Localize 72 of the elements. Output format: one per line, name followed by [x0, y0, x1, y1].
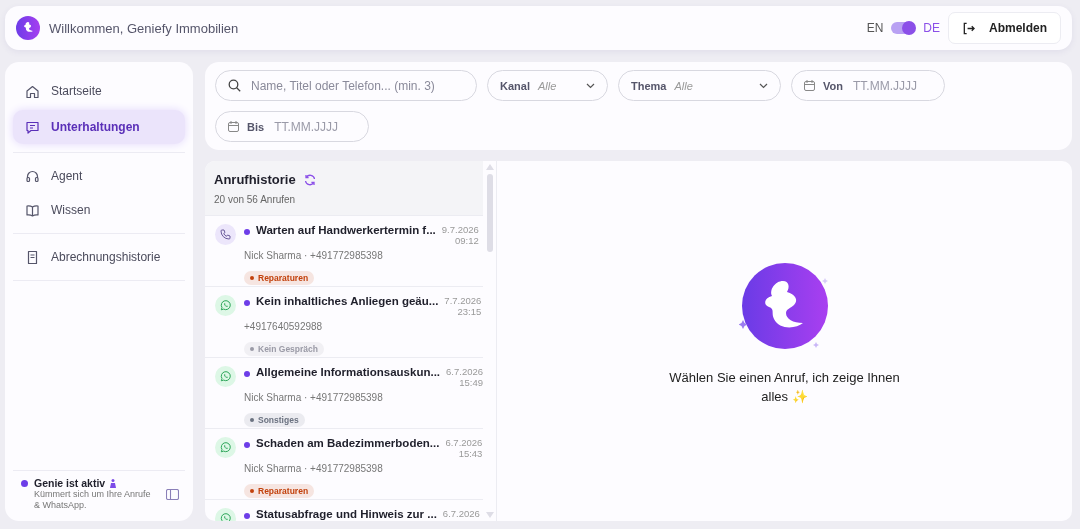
call-timestamp: 6.7.2026 — [442, 508, 480, 519]
date-input[interactable]: TT.MM.JJJJ — [850, 77, 941, 94]
status-description: Kümmert sich um Ihre Anrufe & WhatsApp. — [34, 489, 152, 511]
caller-info: +4917640592988 — [244, 321, 324, 332]
whatsapp-icon — [220, 513, 231, 521]
genie-icon — [110, 478, 117, 488]
filter-dropdown[interactable]: Thema Alle — [618, 70, 781, 101]
nav-item[interactable]: Wissen — [13, 195, 185, 225]
genie-logo-icon — [16, 16, 40, 40]
nav-item[interactable]: Agent — [13, 161, 185, 191]
phone-icon — [220, 229, 231, 240]
date-field[interactable]: Von TT.MM.JJJJ — [791, 70, 945, 101]
search-field[interactable]: Name, Titel oder Telefon... (min. 3) — [215, 70, 477, 101]
call-timestamp: 9.7.2026 09:12 — [441, 224, 479, 246]
home-icon — [25, 83, 40, 99]
search-icon — [228, 79, 241, 92]
caret-icon — [586, 82, 595, 89]
unread-dot — [244, 513, 250, 519]
whatsapp-icon — [220, 371, 231, 382]
sidebar-toggle-icon[interactable] — [166, 489, 179, 500]
call-timestamp: 7.7.2026 23:15 — [444, 295, 482, 317]
call-list-item[interactable]: Schaden am Badezimmerboden... 6.7.2026 15:43 Nick Sharma · +491772985398 Reparaturen — [205, 429, 483, 500]
nav-item[interactable]: Abrechnungshistorie — [13, 242, 185, 272]
call-count: 20 von 56 Anrufen — [214, 194, 297, 205]
filter-dropdown[interactable]: Kanal Alle — [487, 70, 608, 101]
list-title: Anrufhistorie — [214, 172, 296, 187]
book-icon — [25, 202, 40, 218]
calendar-icon — [804, 80, 815, 91]
call-title: Statusabfrage und Hinweis zur ... — [256, 508, 437, 520]
call-title: Kein inhaltliches Anliegen geäu... — [256, 295, 439, 307]
refresh-icon[interactable] — [303, 173, 316, 186]
date-input[interactable]: TT.MM.JJJJ — [272, 118, 363, 135]
call-title: Schaden am Badezimmerboden... — [256, 437, 440, 449]
unread-dot — [244, 442, 250, 448]
language-option[interactable]: EN — [866, 21, 884, 35]
call-list-item[interactable]: Warten auf Handwerkertermin f... 9.7.2026 09:12 Nick Sharma · +491772985398 Reparaturen — [205, 216, 483, 287]
language-toggle[interactable] — [891, 22, 916, 34]
unread-dot — [244, 229, 250, 235]
document-icon — [25, 249, 40, 265]
nav-item[interactable]: Unterhaltungen — [13, 110, 185, 144]
empty-state-text: Wählen Sie einen Anruf, ich zeige Ihnen alles ✨ — [668, 369, 901, 406]
topic-tag: Sonstiges — [244, 413, 305, 427]
unread-dot — [244, 371, 250, 377]
caller-info: Nick Sharma · +491772985398 — [244, 392, 384, 403]
caller-info: Nick Sharma · +491772985398 — [244, 463, 384, 474]
language-option[interactable]: DE — [923, 21, 940, 35]
call-list-item[interactable]: Statusabfrage und Hinweis zur ... 6.7.2026 — [205, 500, 483, 521]
status-title: Genie ist aktiv — [34, 477, 106, 489]
whatsapp-icon — [220, 442, 231, 453]
welcome-text: Willkommen, Geniefy Immobilien — [49, 20, 240, 36]
status-dot — [21, 480, 28, 487]
call-list-item[interactable]: Kein inhaltliches Anliegen geäu... 7.7.2026 23:15 +4917640592988 Kein Gespräch — [205, 287, 483, 358]
headset-icon — [25, 168, 40, 184]
nav-item[interactable]: Startseite — [13, 76, 185, 106]
unread-dot — [244, 300, 250, 306]
logout-button[interactable]: Abmelden — [948, 12, 1061, 44]
call-timestamp: 6.7.2026 15:49 — [446, 366, 483, 388]
caller-info: Nick Sharma · +491772985398 — [244, 250, 384, 261]
call-title: Warten auf Handwerkertermin f... — [256, 224, 436, 236]
caret-icon — [759, 82, 768, 89]
chat-icon — [25, 119, 40, 135]
search-input[interactable]: Name, Titel oder Telefon... (min. 3) — [249, 77, 464, 94]
call-title: Allgemeine Informationsauskun... — [256, 366, 441, 378]
topic-tag: Reparaturen — [244, 271, 315, 285]
logout-icon — [962, 21, 975, 35]
whatsapp-icon — [220, 300, 231, 311]
call-timestamp: 6.7.2026 15:43 — [445, 437, 483, 459]
topic-tag: Kein Gespräch — [244, 342, 324, 356]
call-list-item[interactable]: Allgemeine Informationsauskun... 6.7.2026 15:49 Nick Sharma · +491772985398 Sonstiges — [205, 358, 483, 429]
calendar-icon — [228, 121, 239, 132]
topic-tag: Reparaturen — [244, 484, 315, 498]
date-field[interactable]: Bis TT.MM.JJJJ — [215, 111, 369, 142]
